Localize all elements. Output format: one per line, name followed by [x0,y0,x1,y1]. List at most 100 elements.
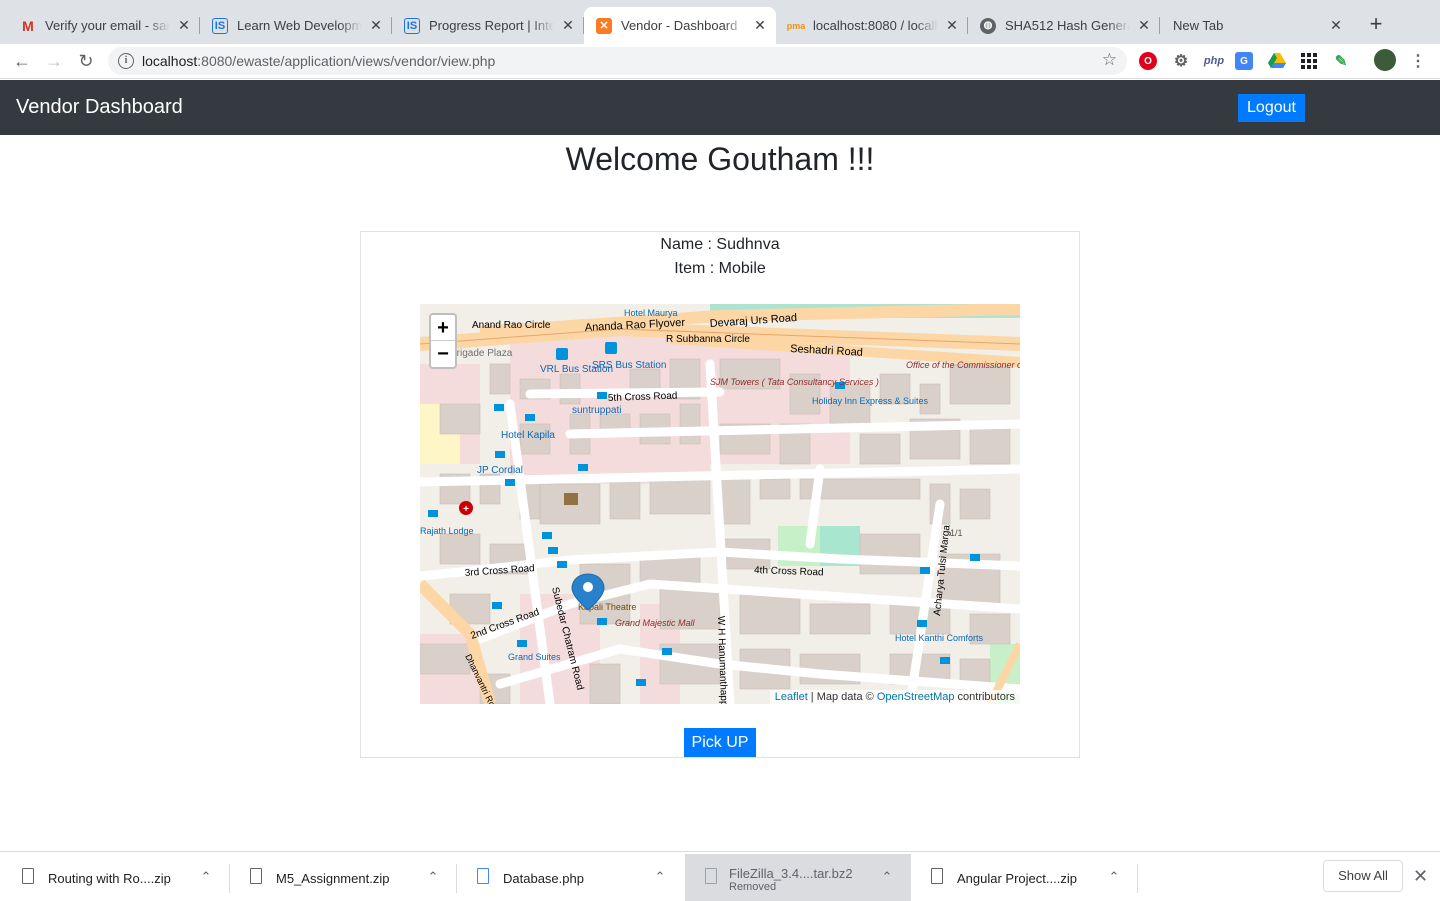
download-item[interactable]: Routing with Ro....zip ⌃ [0,854,230,901]
close-tab-icon[interactable]: ✕ [176,17,192,34]
tab-title: New Tab [1173,18,1224,33]
tab-title: Learn Web Development [237,18,362,33]
feather-icon[interactable]: ✎ [1331,51,1351,71]
openstreetmap-link[interactable]: OpenStreetMap [877,691,955,703]
chevron-up-icon[interactable]: ⌃ [881,869,893,885]
browser-tab[interactable]: IS Progress Report | Inter ✕ [392,7,584,44]
map-label: Hotel Kapila [501,430,555,441]
map-label: Grand Suites [508,652,561,662]
customer-name: Name : Sudhnva [660,236,780,253]
chevron-up-icon[interactable]: ⌃ [200,869,212,885]
map-label: Brigade Plaza [450,348,513,359]
xampp-icon: ✕ [596,17,612,34]
leaflet-link[interactable]: Leaflet [775,691,808,703]
location-map[interactable]: + Anand Rao Circle Ananda Rao Flyover Ho… [420,304,1020,704]
back-arrow-icon[interactable]: ← [10,49,34,73]
ls-icon: IS [212,17,228,34]
tab-title: SHA512 Hash Generato [1005,18,1130,33]
downloads-shelf: Routing with Ro....zip ⌃ M5_Assignment.z… [0,851,1440,901]
navbar-brand[interactable]: Vendor Dashboard [16,96,183,119]
map-label: SJM Towers ( Tata Consultancy Services ) [710,377,879,387]
address-bar[interactable]: i localhost:8080/ewaste/application/view… [108,47,1127,75]
download-item[interactable]: M5_Assignment.zip ⌃ [230,854,457,901]
zip-file-icon [250,868,262,884]
download-filename: Angular Project....zip [957,871,1077,886]
browser-tab-active[interactable]: ✕ Vendor - Dashboard ✕ [584,7,776,44]
pickup-request-card: Name : Sudhnva Item : Mobile + Anand Rao… [360,231,1080,758]
new-tab-button[interactable]: + [1364,13,1388,37]
browser-tab[interactable]: M Verify your email - san ✕ [8,7,200,44]
browser-tab[interactable]: New Tab ✕ [1160,7,1352,44]
reload-icon[interactable]: ↻ [74,49,98,73]
globe-icon: ◍ [980,17,996,34]
menu-kebab-icon[interactable]: ⋮ [1408,51,1428,71]
close-icon[interactable]: ✕ [1413,866,1428,887]
map-label: Office of the Commissioner of Railway Sa… [906,360,1020,370]
close-tab-icon[interactable]: ✕ [1136,17,1152,34]
close-tab-icon[interactable]: ✕ [368,17,384,34]
browser-toolbar: ← → ↻ i localhost:8080/ewaste/applicatio… [0,44,1440,79]
drive-icon[interactable] [1267,51,1287,71]
site-info-icon[interactable]: i [118,53,134,69]
logout-button[interactable]: Logout [1238,94,1305,122]
chevron-up-icon[interactable]: ⌃ [654,869,666,885]
file-icon [705,868,717,884]
settings-extension-icon[interactable]: ⚙ [1171,51,1191,71]
apps-grid-icon[interactable] [1299,51,1319,71]
map-label: R Subbanna Circle [666,334,750,345]
tab-title: Verify your email - san [45,18,170,33]
map-label: Holiday Inn Express & Suites [812,396,929,406]
zoom-out-button[interactable]: − [431,341,455,367]
ls-icon: IS [404,17,420,34]
map-zoom-control: + − [429,313,457,369]
tab-title: localhost:8080 / localh [813,18,938,33]
map-label: Grand Majestic Mall [615,618,696,628]
map-label: suntruppati [572,405,621,416]
php-icon[interactable]: php [1202,51,1226,71]
browser-tab[interactable]: ◍ SHA512 Hash Generato ✕ [968,7,1160,44]
download-item[interactable]: Database.php ⌃ [457,854,685,901]
close-tab-icon[interactable]: ✕ [944,17,960,34]
browser-tab[interactable]: pma localhost:8080 / localh ✕ [776,7,968,44]
zip-file-icon [931,868,943,884]
zoom-in-button[interactable]: + [431,315,455,341]
translate-icon[interactable]: G [1235,52,1253,70]
svg-text:+: + [463,504,469,515]
zip-file-icon [22,868,34,884]
map-label: SRS Bus Station [592,360,666,371]
top-navbar: Vendor Dashboard [0,80,1440,135]
pickup-button[interactable]: Pick UP [684,728,756,757]
download-filename: Database.php [503,871,584,886]
browser-tab-strip: M Verify your email - san ✕ IS Learn Web… [0,0,1440,44]
map-label: Hotel Maurya [624,308,678,318]
download-filename: FileZilla_3.4....tar.bz2 [729,866,853,881]
profile-avatar[interactable] [1374,49,1396,71]
tab-title: Vendor - Dashboard [621,18,738,33]
show-all-button[interactable]: Show All [1323,860,1403,892]
close-tab-icon[interactable]: ✕ [1328,17,1344,34]
download-item-removed[interactable]: FileZilla_3.4....tar.bz2 Removed ⌃ [685,854,911,901]
map-attribution: Leaflet | Map data © OpenStreetMap contr… [769,690,1020,704]
download-filename: M5_Assignment.zip [276,871,390,886]
map-label: Hotel Kanthi Comforts [895,633,984,643]
item-name: Item : Mobile [674,260,766,277]
welcome-heading: Welcome Goutham !!! [565,141,875,177]
map-label: JP Cordial [477,465,523,476]
url-text: localhost:8080/ewaste/application/views/… [142,53,496,69]
gmail-icon: M [22,17,34,34]
phpmyadmin-icon: pma [786,20,806,31]
bookmark-star-icon[interactable]: ☆ [1102,50,1117,70]
php-file-icon [477,868,489,884]
download-filename: Routing with Ro....zip [48,871,171,886]
chevron-up-icon[interactable]: ⌃ [1108,869,1120,885]
map-label: Anand Rao Circle [472,320,551,331]
download-item[interactable]: Angular Project....zip ⌃ [911,854,1138,901]
close-tab-icon[interactable]: ✕ [752,17,768,34]
download-status: Removed [729,881,777,893]
opera-icon[interactable]: O [1139,52,1157,70]
forward-arrow-icon[interactable]: → [42,49,66,73]
browser-tab[interactable]: IS Learn Web Development ✕ [200,7,392,44]
close-tab-icon[interactable]: ✕ [560,17,576,34]
map-label: 1/1 [950,528,963,538]
chevron-up-icon[interactable]: ⌃ [427,869,439,885]
